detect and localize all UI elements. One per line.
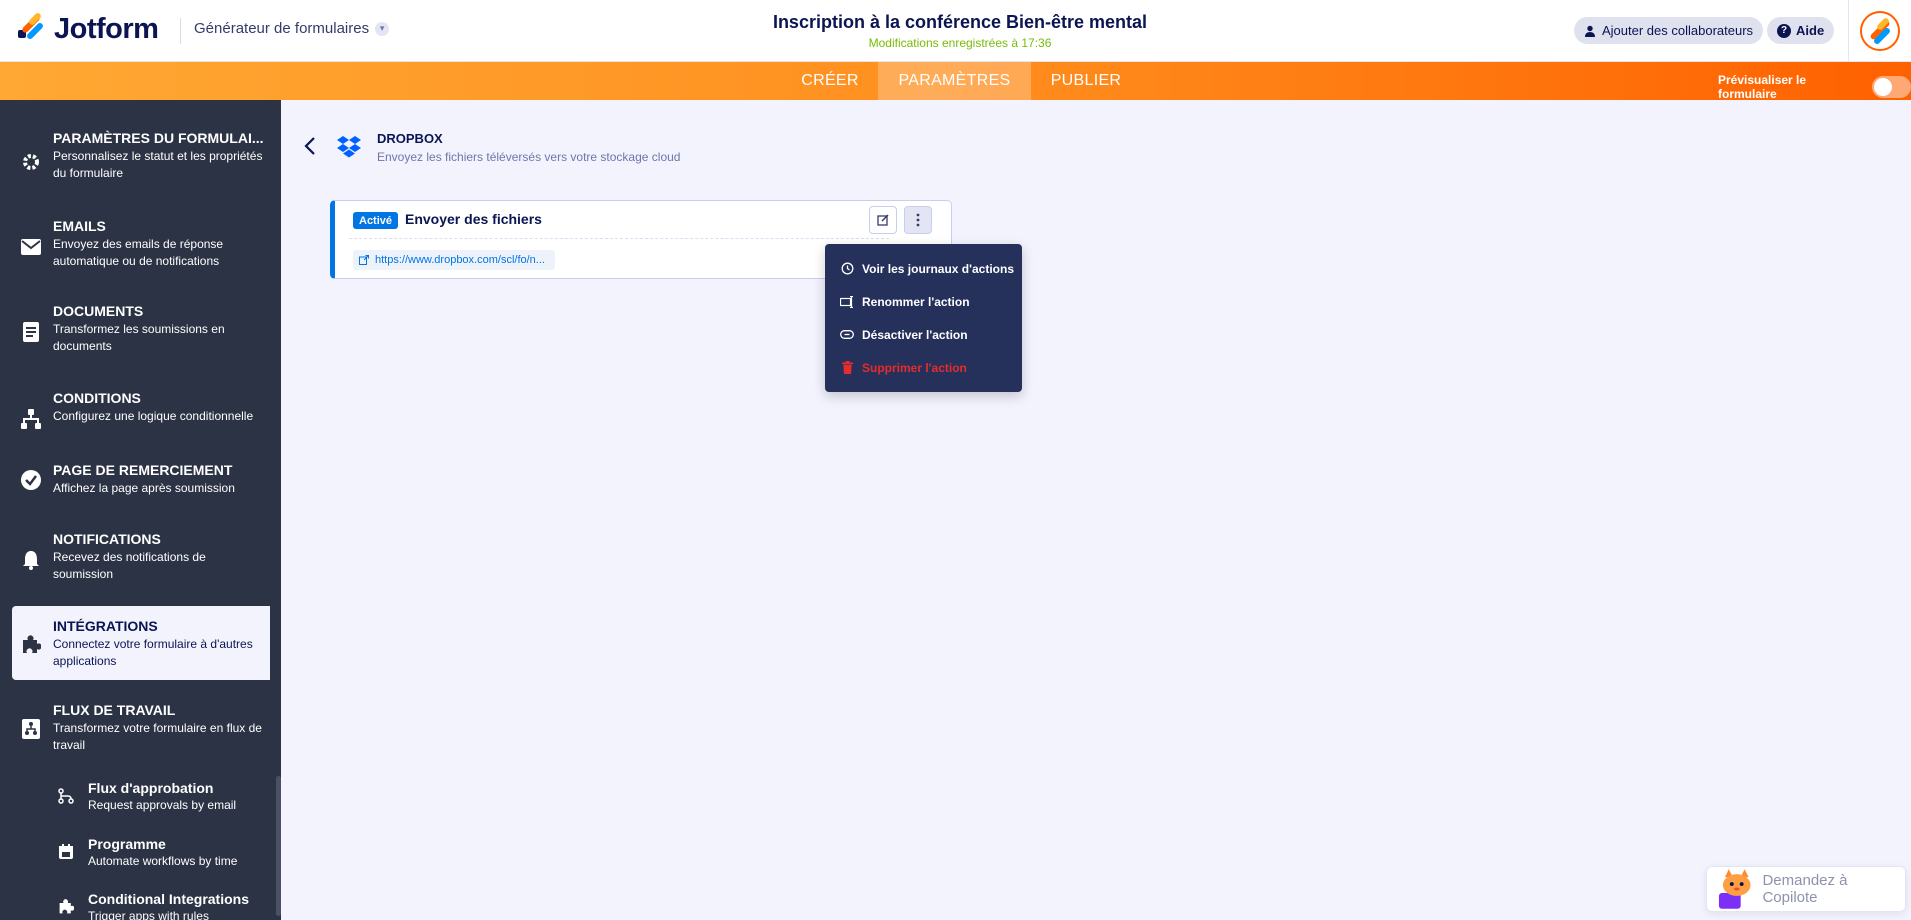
trash-icon [840, 361, 854, 375]
menu-item-label: Renommer l'action [862, 294, 970, 309]
sidebar-item-title: EMAILS [53, 218, 106, 234]
preview-form-toggle[interactable]: Prévisualiser le formulaire [1718, 73, 1911, 101]
menu-item-deactivate[interactable]: Désactiver l'action [825, 318, 1022, 351]
sidebar-item-title: FLUX DE TRAVAIL [53, 702, 176, 718]
edit-icon [877, 214, 889, 226]
rename-icon [840, 295, 854, 309]
kebab-menu-icon [916, 213, 920, 227]
sidebar-item-desc: Transformez votre formulaire en flux de … [53, 721, 262, 752]
sidebar-item-title: INTÉGRATIONS [53, 618, 158, 634]
sidebar-item-title: DOCUMENTS [53, 303, 144, 319]
back-arrow-icon[interactable] [301, 136, 321, 156]
edit-action-button[interactable] [869, 206, 897, 234]
subitem-title: Conditional Integrations [88, 891, 249, 907]
avatar[interactable] [1860, 11, 1900, 51]
menu-item-label: Voir les journaux d'actions [862, 261, 1014, 276]
sidebar-item-desc: Affichez la page après soumission [53, 481, 235, 495]
sidebar-item-workflows[interactable]: FLUX DE TRAVAIL Transformez votre formula… [12, 702, 270, 762]
sidebar-item-emails[interactable]: EMAILS Envoyez des emails de réponse auto… [12, 218, 270, 278]
sidebar-item-form-settings[interactable]: PARAMÈTRES DU FORMULAI... Personnalisez l… [12, 130, 270, 190]
document-icon [20, 321, 42, 343]
menu-item-rename[interactable]: Renommer l'action [825, 285, 1022, 318]
approval-flow-icon [56, 786, 76, 806]
avatar-logo-icon [1870, 18, 1890, 44]
history-icon [840, 262, 854, 276]
sitemap-icon [20, 408, 42, 430]
main-content: DROPBOX Envoyez les fichiers téléversés … [281, 100, 1911, 920]
tab-create[interactable]: CRÉER [782, 62, 878, 100]
sidebar-subitem-schedule[interactable]: Programme Automate workflows by time [50, 836, 270, 876]
user-icon [1585, 25, 1595, 37]
sidebar-item-title: CONDITIONS [53, 390, 141, 406]
sidebar-item-desc: Envoyez des emails de réponse automatiqu… [53, 237, 224, 268]
sidebar-item-notifications[interactable]: NOTIFICATIONS Recevez des notifications d… [12, 531, 270, 591]
sidebar-item-title: NOTIFICATIONS [53, 531, 161, 547]
tab-settings[interactable]: PARAMÈTRES [878, 62, 1031, 100]
tab-publish[interactable]: PUBLIER [1031, 62, 1141, 100]
sidebar-item-title: PARAMÈTRES DU FORMULAI... [53, 130, 264, 146]
help-label: Aide [1796, 23, 1825, 38]
calendar-icon [56, 842, 76, 862]
copilot-button[interactable]: Demandez à Copilote [1706, 866, 1906, 912]
sidebar-item-conditions[interactable]: CONDITIONS Configurez une logique conditi… [12, 390, 270, 440]
preview-switch[interactable] [1872, 76, 1911, 98]
add-collaborators-button[interactable]: Ajouter des collaborateurs [1574, 17, 1764, 44]
collab-label: Ajouter des collaborateurs [1602, 23, 1754, 38]
link-icon [840, 328, 854, 342]
subitem-desc: Trigger apps with rules [88, 909, 209, 920]
more-options-button[interactable] [904, 206, 932, 234]
sidebar-item-desc: Personnalisez le statut et les propriété… [53, 149, 263, 180]
gear-icon [20, 151, 42, 173]
question-icon: ? [1777, 23, 1791, 38]
sidebar-item-thank-you-page[interactable]: PAGE DE REMERCIEMENT Affichez la page apr… [12, 462, 270, 512]
subitem-desc: Request approvals by email [88, 798, 237, 812]
puzzle-icon [20, 634, 42, 656]
subitem-desc: Automate workflows by time [88, 854, 238, 868]
sidebar-item-title: PAGE DE REMERCIEMENT [53, 462, 233, 478]
dropbox-url-link[interactable]: https://www.dropbox.com/scl/fo/n... [353, 250, 555, 270]
sidebar-item-desc: Connectez votre formulaire à d'autres ap… [53, 637, 253, 668]
copilot-label: Demandez à Copilote [1762, 872, 1848, 906]
envelope-icon [20, 236, 42, 258]
dropbox-icon [337, 136, 361, 158]
bell-icon [20, 549, 42, 571]
action-title: Envoyer des fichiers [405, 211, 542, 227]
main-nav: CRÉER PARAMÈTRES PUBLIER Prévisualiser l… [0, 62, 1911, 101]
menu-item-delete[interactable]: Supprimer l'action [825, 351, 1022, 384]
card-divider [349, 238, 889, 239]
check-circle-icon [20, 469, 42, 491]
external-link-icon [359, 255, 369, 265]
sidebar-subitem-approval-flow[interactable]: Flux d'approbation Request approvals by e… [50, 780, 270, 820]
menu-item-view-logs[interactable]: Voir les journaux d'actions [825, 252, 1022, 285]
action-options-menu: Voir les journaux d'actions Renommer l'a… [825, 244, 1022, 392]
settings-sidebar: PARAMÈTRES DU FORMULAI... Personnalisez l… [0, 100, 281, 920]
sidebar-item-desc: Configurez une logique conditionnelle [53, 409, 254, 423]
menu-item-label: Désactiver l'action [862, 327, 968, 342]
sidebar-subitem-conditional-integrations[interactable]: Conditional Integrations Trigger apps wit… [50, 891, 270, 920]
url-text: https://www.dropbox.com/scl/fo/n... [375, 254, 545, 266]
integration-description: Envoyez les fichiers téléversés vers vot… [377, 150, 681, 164]
subitem-title: Programme [88, 836, 166, 852]
workflow-icon [20, 718, 42, 740]
menu-item-label: Supprimer l'action [862, 360, 967, 375]
sidebar-item-desc: Recevez des notifications de soumission [53, 550, 206, 581]
avatar-container[interactable] [1848, 0, 1911, 62]
help-button[interactable]: ? Aide [1767, 17, 1835, 44]
integration-name: DROPBOX [377, 131, 443, 146]
sidebar-item-integrations[interactable]: INTÉGRATIONS Connectez votre formulaire à… [12, 606, 270, 680]
preview-label: Prévisualiser le formulaire [1718, 73, 1807, 101]
sidebar-item-desc: Transformez les soumissions en documents [53, 322, 225, 353]
top-bar: Jotform Générateur de formulaires ▾ Insc… [0, 0, 1911, 62]
status-badge: Activé [353, 212, 399, 229]
subitem-title: Flux d'approbation [88, 780, 214, 796]
copilot-mascot-icon [1718, 869, 1751, 909]
sidebar-item-documents[interactable]: DOCUMENTS Transformez les soumissions en … [12, 303, 270, 363]
puzzle-icon [56, 897, 76, 917]
